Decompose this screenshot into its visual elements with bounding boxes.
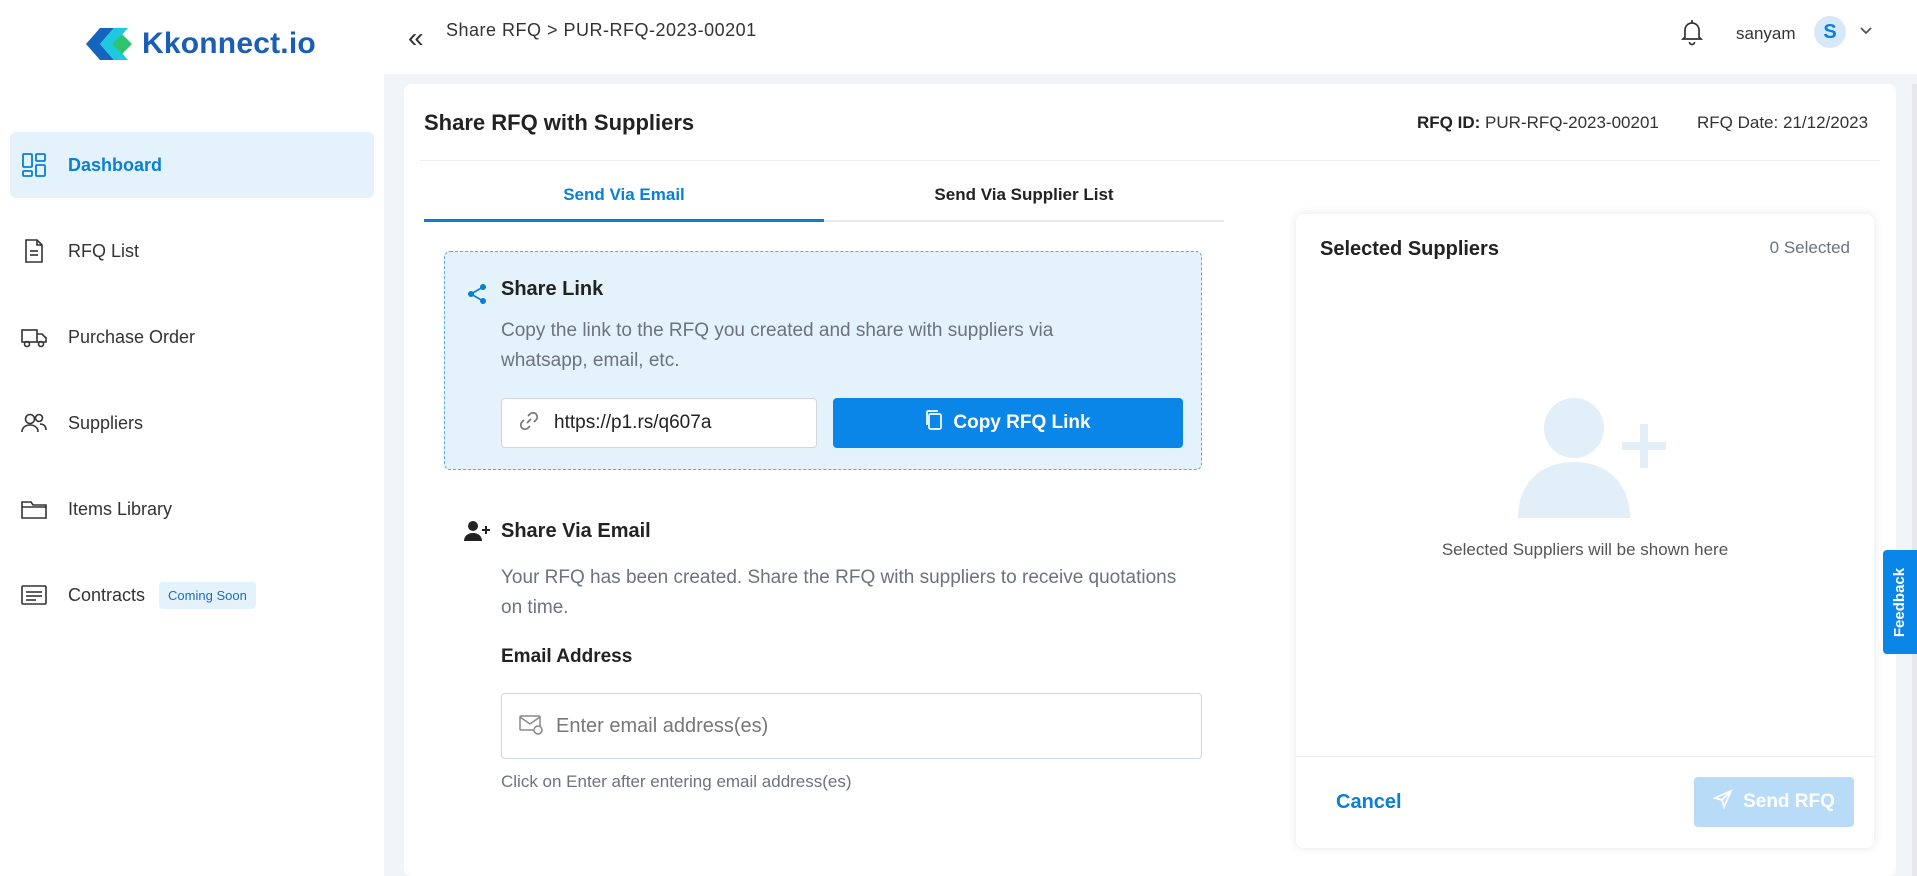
brand-name: Kkonnect.io [142, 27, 316, 60]
feedback-label: Feedback [1891, 567, 1909, 637]
rfq-date-label: RFQ Date: [1697, 113, 1779, 132]
document-icon [20, 237, 48, 265]
sidebar-item-contracts[interactable]: Contracts Coming Soon [10, 562, 374, 628]
sidebar-item-label: Items Library [68, 498, 173, 519]
email-input[interactable] [556, 714, 1176, 738]
sidebar: Kkonnect.io Dashboard RFQ List Purchase … [0, 0, 384, 876]
copy-rfq-link-label: Copy RFQ Link [953, 412, 1091, 433]
rfq-date: RFQ Date: 21/12/2023 [1697, 113, 1868, 133]
page-scrollbar[interactable] [1912, 84, 1917, 876]
breadcrumb: Share RFQ > PUR-RFQ-2023-00201 [446, 20, 757, 40]
sidebar-item-label: Purchase Order [68, 326, 196, 347]
sidebar-item-label: Contracts [68, 584, 146, 605]
rfq-id-value: PUR-RFQ-2023-00201 [1485, 113, 1659, 132]
share-link-title: Share Link [501, 278, 604, 300]
rfq-id-label: RFQ ID: [1417, 113, 1481, 132]
page-title: Share RFQ with Suppliers [424, 110, 695, 135]
send-rfq-label: Send RFQ [1743, 791, 1835, 812]
add-supplier-illustration-icon [1504, 394, 1674, 523]
share-via-email-description: Your RFQ has been created. Share the RFQ… [501, 567, 1177, 618]
copy-icon [925, 409, 943, 437]
selected-count: 0 Selected [1769, 238, 1850, 257]
sidebar-nav: Dashboard RFQ List Purchase Order Suppli… [10, 132, 374, 648]
rfq-link-url: https://p1.rs/q607a [554, 412, 712, 433]
avatar[interactable]: S [1814, 16, 1846, 48]
send-icon [1712, 789, 1733, 815]
send-tabs: Send Via Email Send Via Supplier List [424, 170, 1224, 222]
mail-icon [518, 713, 544, 740]
rfq-id: RFQ ID: PUR-RFQ-2023-00201 [1417, 113, 1659, 133]
share-icon [465, 282, 489, 311]
users-icon [20, 409, 48, 437]
cancel-button[interactable]: Cancel [1336, 791, 1402, 814]
selected-suppliers-title: Selected Suppliers [1320, 238, 1499, 260]
truck-icon [20, 323, 48, 351]
top-header: « Share RFQ > PUR-RFQ-2023-00201 sanyam … [384, 0, 1917, 74]
email-address-label: Email Address [501, 646, 633, 667]
chevron-down-icon[interactable] [1858, 22, 1874, 43]
share-link-description: Copy the link to the RFQ you created and… [501, 320, 1054, 371]
header-divider [420, 160, 1880, 161]
send-rfq-button[interactable]: Send RFQ [1694, 777, 1854, 827]
sidebar-item-items-library[interactable]: Items Library [10, 476, 374, 542]
sidebar-item-dashboard[interactable]: Dashboard [10, 132, 374, 198]
add-user-icon [464, 520, 492, 547]
sidebar-item-rfq-list[interactable]: RFQ List [10, 218, 374, 284]
email-input-wrapper [501, 693, 1202, 759]
share-via-email-title: Share Via Email [501, 520, 651, 542]
list-icon [20, 581, 48, 609]
kkonnect-logo-icon [86, 28, 132, 60]
logo[interactable]: Kkonnect.io [86, 24, 316, 64]
folder-icon [20, 495, 48, 523]
copy-rfq-link-button[interactable]: Copy RFQ Link [833, 398, 1183, 448]
sidebar-item-purchase-order[interactable]: Purchase Order [10, 304, 374, 370]
user-name[interactable]: sanyam [1736, 24, 1796, 44]
share-link-box: Share Link Copy the link to the RFQ you … [444, 251, 1202, 470]
suppliers-panel-footer: Cancel Send RFQ [1296, 756, 1874, 848]
sidebar-item-suppliers[interactable]: Suppliers [10, 390, 374, 456]
collapse-sidebar-icon[interactable]: « [408, 22, 424, 54]
rfq-link-field[interactable]: https://p1.rs/q607a [501, 398, 817, 448]
rfq-date-value: 21/12/2023 [1782, 113, 1869, 132]
coming-soon-badge: Coming Soon [159, 581, 256, 609]
sidebar-item-label: Suppliers [68, 412, 144, 433]
selected-suppliers-panel: Selected Suppliers 0 Selected Selected S… [1296, 214, 1874, 848]
link-icon [518, 410, 540, 437]
email-hint: Click on Enter after entering email addr… [501, 772, 852, 791]
selected-suppliers-empty-text: Selected Suppliers will be shown here [1441, 540, 1729, 559]
dashboard-grid-icon [20, 151, 48, 179]
feedback-tab[interactable]: Feedback [1883, 550, 1917, 654]
sidebar-item-label: RFQ List [68, 240, 140, 261]
sidebar-item-label: Dashboard [68, 154, 163, 175]
tab-send-via-supplier-list[interactable]: Send Via Supplier List [824, 170, 1224, 220]
tab-send-via-email[interactable]: Send Via Email [424, 170, 824, 222]
notification-bell-icon[interactable] [1680, 18, 1704, 51]
